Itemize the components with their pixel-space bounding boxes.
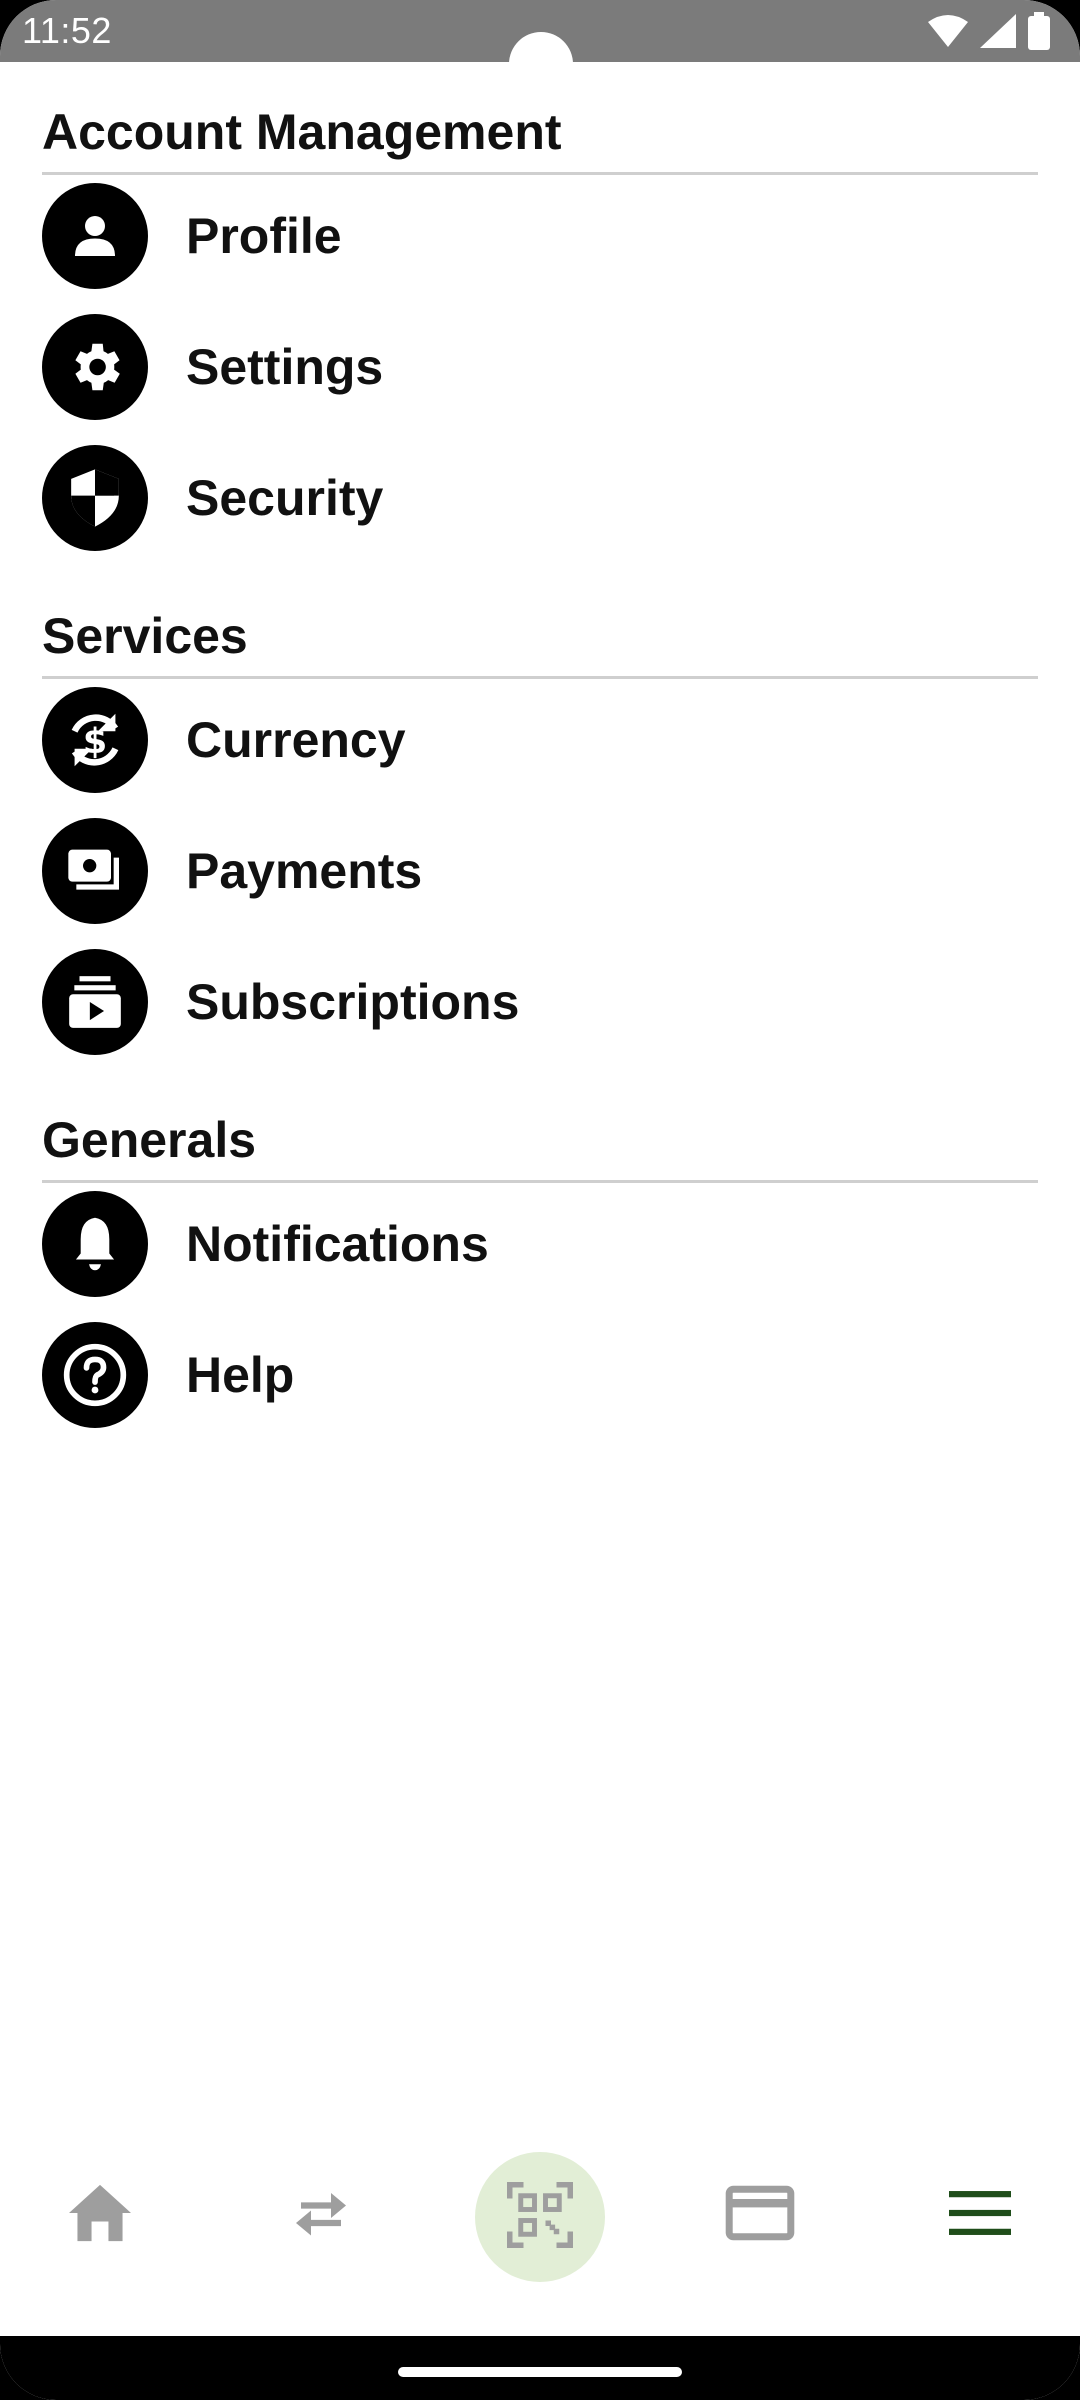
nav-cards[interactable] [695,2150,825,2280]
home-icon [66,2182,134,2249]
bell-icon [42,1191,148,1297]
transfer-icon [290,2188,352,2243]
signal-icon [980,14,1016,53]
status-time: 11:52 [22,10,112,51]
nav-home[interactable] [35,2150,165,2280]
nav-menu[interactable] [915,2150,1045,2280]
menu-item-label: Notifications [186,1216,489,1272]
subscriptions-icon [42,949,148,1055]
menu-item-label: Security [186,470,384,526]
section-generals: Generals Notifications Help [42,1110,1038,1428]
section-divider [42,172,1038,175]
menu-item-help[interactable]: Help [42,1322,1038,1428]
card-icon [725,2185,795,2246]
gesture-handle[interactable] [398,2367,682,2377]
menu-item-payments[interactable]: Payments [42,818,1038,924]
menu-item-label: Settings [186,339,384,395]
section-title: Account Management [42,104,562,160]
person-icon [42,183,148,289]
qr-code-icon [507,2181,573,2253]
currency-exchange-icon: $ [42,687,148,793]
wifi-icon [928,14,968,53]
menu-item-label: Help [186,1347,295,1403]
menu-item-currency[interactable]: $ Currency [42,687,1038,793]
section-divider [42,676,1038,679]
battery-icon [1028,12,1050,55]
section-services: Services $ Currency Payments Subscriptio… [42,606,1038,1055]
nav-qr-scan[interactable] [475,2152,605,2282]
help-icon [42,1322,148,1428]
section-title: Services [42,608,248,664]
status-icons [928,12,1050,55]
nav-transfer[interactable] [256,2150,386,2280]
menu-icon [949,2190,1011,2240]
menu-item-profile[interactable]: Profile [42,183,1038,289]
menu-item-settings[interactable]: Settings [42,314,1038,420]
section-divider [42,1180,1038,1183]
menu-item-label: Profile [186,208,342,264]
camera-cutout [509,32,573,96]
bottom-navigation [0,2130,1080,2300]
menu-item-label: Subscriptions [186,974,520,1030]
screen: 11:52 Account Management Profile Setting… [0,0,1080,2400]
menu-item-subscriptions[interactable]: Subscriptions [42,949,1038,1055]
svg-text:$: $ [83,722,107,762]
gear-icon [42,314,148,420]
menu-item-security[interactable]: Security [42,445,1038,551]
shield-icon [42,445,148,551]
section-account-management: Account Management Profile Settings Secu… [42,102,1038,551]
menu-item-notifications[interactable]: Notifications [42,1191,1038,1297]
section-title: Generals [42,1112,257,1168]
payments-icon [42,818,148,924]
menu-item-label: Currency [186,712,406,768]
menu-item-label: Payments [186,843,423,899]
